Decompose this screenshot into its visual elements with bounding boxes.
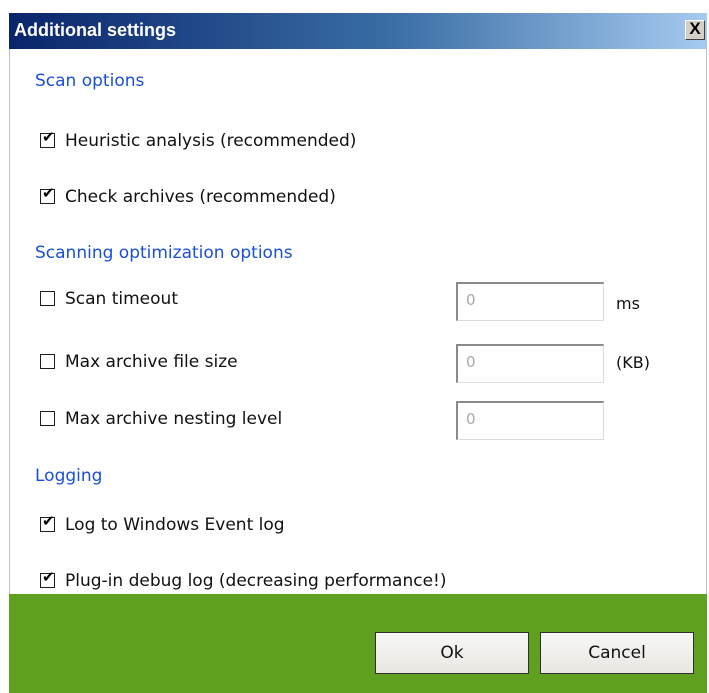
max-archive-size-checkbox[interactable] bbox=[40, 354, 55, 369]
check-archives-checkbox[interactable]: ✔ bbox=[40, 184, 55, 204]
max-nesting-label[interactable]: Max archive nesting level bbox=[65, 409, 282, 429]
close-icon: X bbox=[689, 19, 701, 38]
additional-settings-dialog: Additional settings X Scan options ✔ Heu… bbox=[0, 0, 709, 693]
debug-log-checkbox[interactable]: ✔ bbox=[40, 568, 55, 588]
ok-button[interactable]: Ok bbox=[375, 632, 529, 674]
scan-timeout-input[interactable] bbox=[466, 291, 586, 309]
scan-timeout-label[interactable]: Scan timeout bbox=[65, 289, 178, 309]
section-scan-options: Scan options bbox=[35, 71, 145, 91]
max-archive-size-input[interactable] bbox=[466, 353, 586, 371]
button-bar: Ok Cancel bbox=[9, 594, 707, 693]
dialog-body: Scan options ✔ Heuristic analysis (recom… bbox=[9, 49, 707, 594]
checkmark-icon: ✔ bbox=[42, 568, 55, 586]
checkmark-icon: ✔ bbox=[42, 128, 55, 146]
max-nesting-field[interactable] bbox=[456, 401, 604, 440]
event-log-checkbox[interactable]: ✔ bbox=[40, 512, 55, 532]
max-nesting-input[interactable] bbox=[466, 410, 586, 428]
title-bar[interactable]: Additional settings X bbox=[9, 13, 707, 49]
scan-timeout-unit: ms bbox=[616, 294, 640, 313]
scan-timeout-checkbox[interactable] bbox=[40, 291, 55, 306]
max-archive-size-unit: (KB) bbox=[616, 353, 650, 372]
section-optimization: Scanning optimization options bbox=[35, 243, 293, 263]
close-button[interactable]: X bbox=[685, 19, 705, 40]
max-archive-size-field[interactable] bbox=[456, 344, 604, 383]
checkmark-icon: ✔ bbox=[42, 512, 55, 530]
heuristic-analysis-checkbox[interactable]: ✔ bbox=[40, 128, 55, 148]
heuristic-analysis-label[interactable]: Heuristic analysis (recommended) bbox=[65, 131, 356, 151]
cancel-button[interactable]: Cancel bbox=[540, 632, 694, 674]
event-log-label[interactable]: Log to Windows Event log bbox=[65, 515, 285, 535]
max-nesting-checkbox[interactable] bbox=[40, 411, 55, 426]
scan-timeout-field[interactable] bbox=[456, 282, 604, 321]
check-archives-label[interactable]: Check archives (recommended) bbox=[65, 187, 336, 207]
window-title: Additional settings bbox=[14, 20, 176, 40]
section-logging: Logging bbox=[35, 466, 103, 486]
max-archive-size-label[interactable]: Max archive file size bbox=[65, 352, 238, 372]
debug-log-label[interactable]: Plug-in debug log (decreasing performanc… bbox=[65, 571, 447, 591]
checkmark-icon: ✔ bbox=[42, 184, 55, 202]
